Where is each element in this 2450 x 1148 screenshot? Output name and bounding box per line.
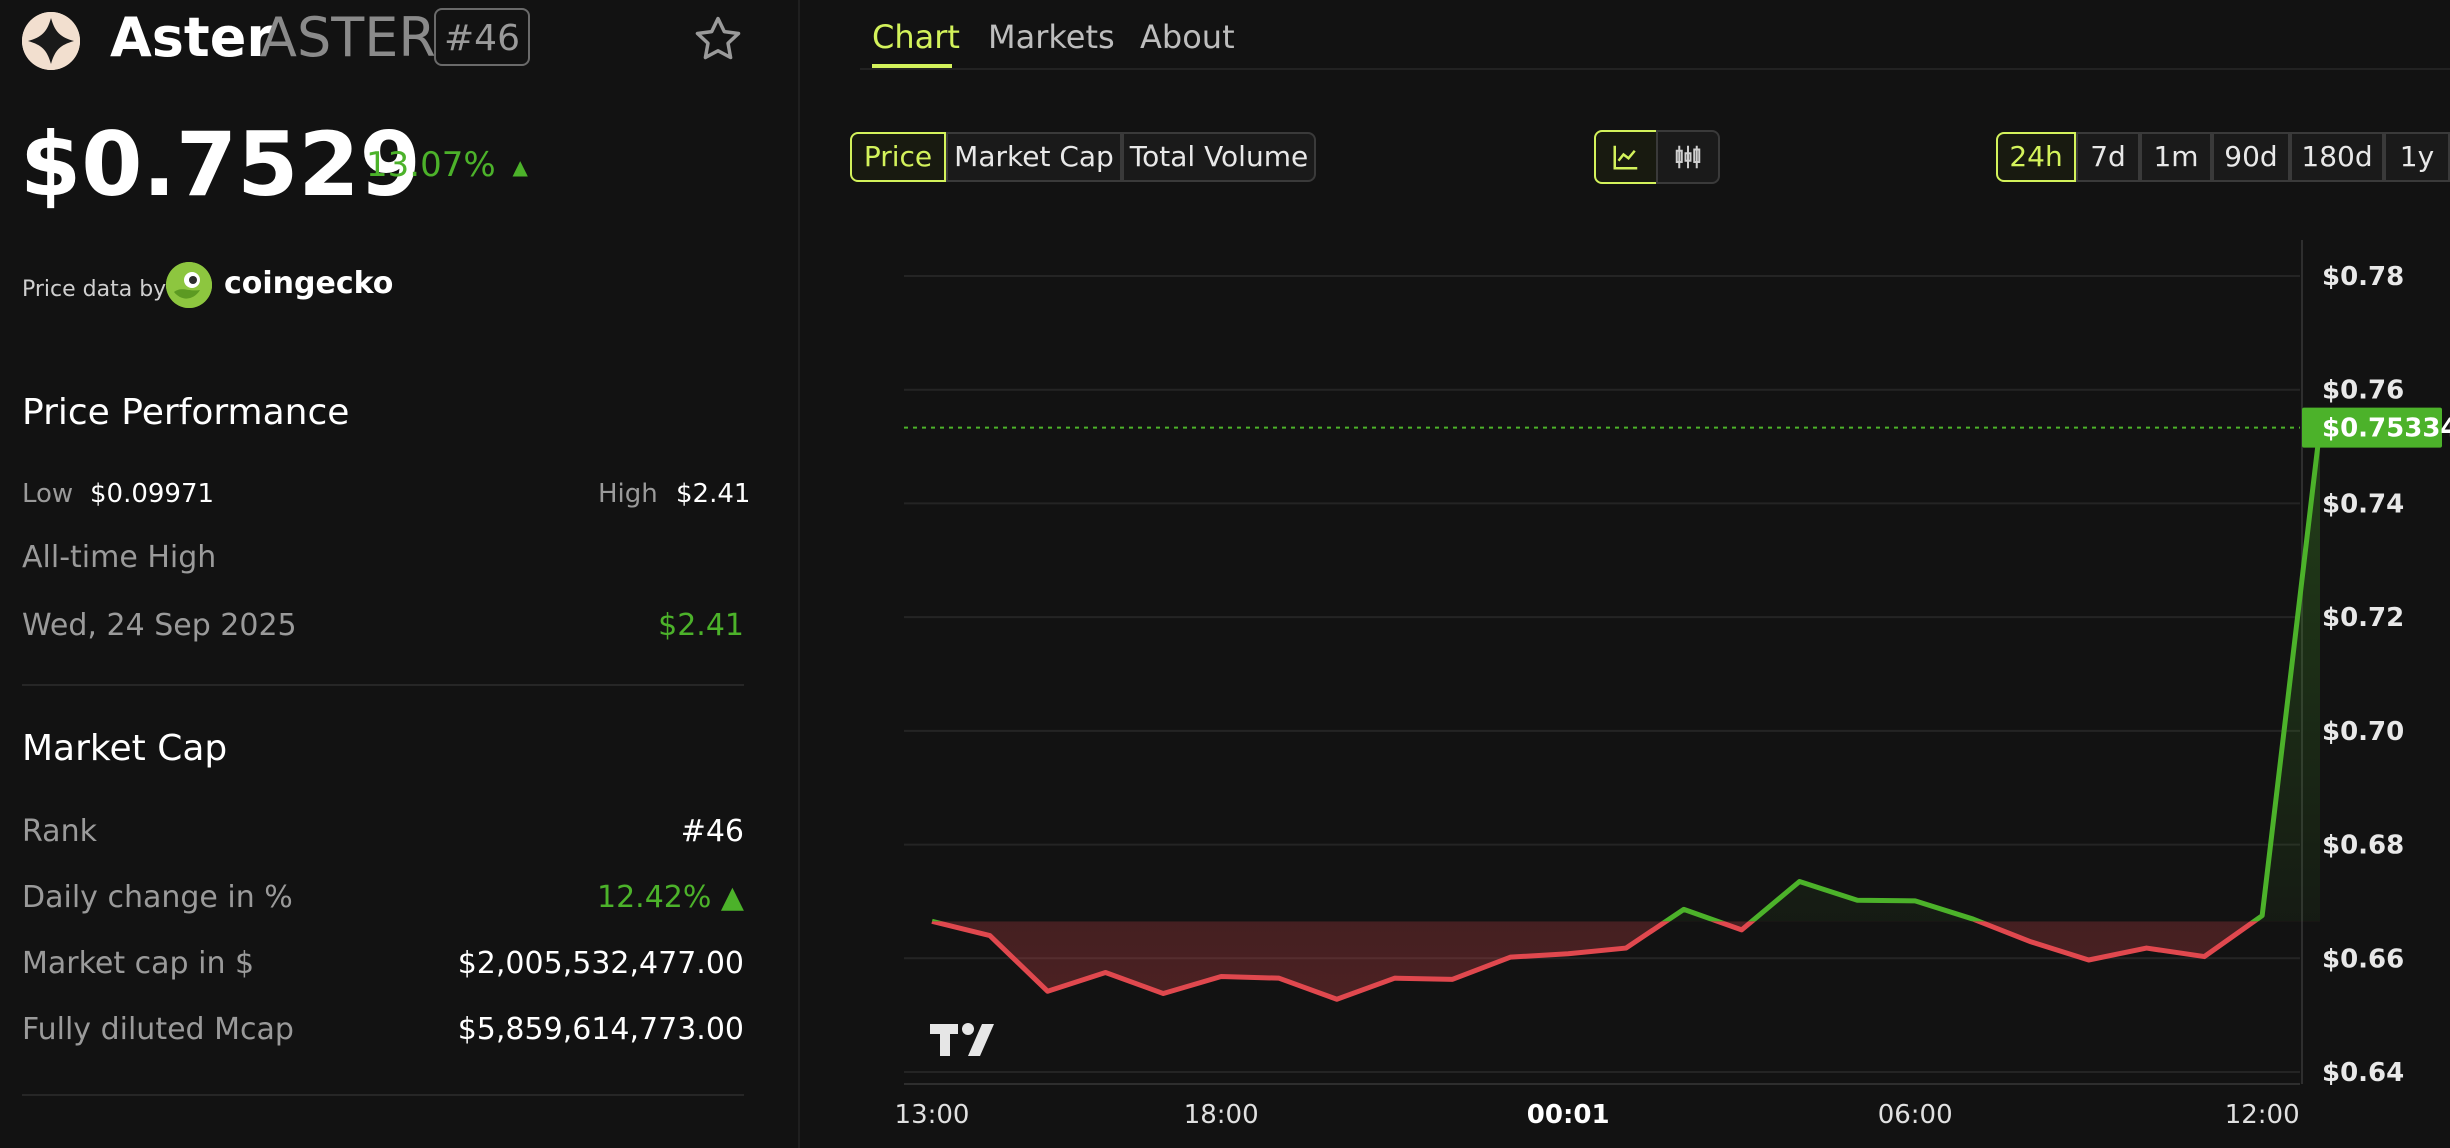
divider (22, 684, 744, 686)
market-cap-row-value: $5,859,614,773.00 (457, 1012, 744, 1047)
x-tick-label: 06:00 (1878, 1100, 1953, 1130)
y-tick-label: $0.66 (2322, 944, 2404, 974)
panel-divider (798, 0, 800, 1148)
low-value: $0.09971 (90, 479, 215, 509)
active-tab-indicator (872, 64, 952, 68)
metric-price-button[interactable]: Price (850, 132, 946, 182)
y-tick-label: $0.68 (2322, 831, 2404, 861)
ath-value: $2.41 (658, 608, 744, 643)
divider (22, 1094, 744, 1096)
low-label: Low (22, 479, 74, 509)
candlestick-icon (1675, 145, 1701, 169)
y-tick-label: $0.78 (2322, 262, 2404, 292)
tab-chart[interactable]: Chart (872, 14, 960, 60)
metric-total-volume-button[interactable]: Total Volume (1122, 132, 1316, 182)
market-cap-row-value: 12.42% ▲ (597, 880, 744, 915)
price-chart[interactable]: $0.64 $0.66 $0.68 $0.70 $0.72 $0.74 $0.76 $0.78… (880, 220, 2450, 1148)
metric-market-cap-button[interactable]: Market Cap (946, 132, 1122, 182)
x-tick-label: 13:00 (895, 1100, 970, 1130)
tab-about[interactable]: About (1140, 14, 1235, 60)
high-value: $2.41 (676, 479, 751, 509)
line-chart-button[interactable] (1594, 130, 1658, 184)
range-90d-button[interactable]: 90d (2212, 132, 2290, 182)
market-cap-row-label: Market cap in $ (22, 946, 255, 981)
current-price: $0.7529 (20, 113, 421, 216)
coin-symbol: ASTER (260, 6, 436, 69)
market-cap-row-label: Fully diluted Mcap (22, 1012, 294, 1047)
candlestick-chart-button[interactable] (1656, 130, 1720, 184)
area-above-baseline (1665, 427, 2320, 922)
range-24h-button[interactable]: 24h (1996, 132, 2076, 182)
star-outline-icon[interactable] (690, 12, 746, 68)
market-cap-row-value: $2,005,532,477.00 (457, 946, 744, 981)
range-1m-button[interactable]: 1m (2140, 132, 2212, 182)
y-tick-label: $0.76 (2322, 376, 2404, 406)
price-line-up (932, 427, 2323, 922)
coingecko-link[interactable]: coingecko (224, 264, 393, 304)
change-value: 13.07% (366, 145, 496, 185)
ath-date: Wed, 24 Sep 2025 (22, 608, 297, 643)
aster-logo (22, 12, 80, 70)
price-change-24h: 13.07% ▲ (366, 140, 528, 192)
up-arrow-icon: ▲ (512, 155, 528, 179)
x-tick-label: 00:01 (1527, 1100, 1610, 1130)
market-cap-row-label: Daily change in % (22, 880, 293, 915)
price-performance-title: Price Performance (22, 392, 350, 433)
market-cap-row-value: #46 (680, 814, 744, 849)
line-chart-icon (1613, 145, 1638, 170)
rank-badge: #46 (434, 8, 530, 66)
x-tick-label: 12:00 (2225, 1100, 2300, 1130)
range-7d-button[interactable]: 7d (2076, 132, 2140, 182)
tradingview-logo[interactable] (928, 1020, 998, 1060)
coin-summary-panel: Aster ASTER #46 $0.7529 13.07% ▲ Price d… (0, 0, 800, 1148)
coingecko-logo[interactable] (166, 262, 212, 308)
market-cap-title: Market Cap (22, 728, 228, 769)
area-below-baseline (932, 921, 2320, 1000)
y-tick-label: $0.64 (2322, 1058, 2404, 1088)
y-tick-label: $0.72 (2322, 603, 2404, 633)
tab-markets[interactable]: Markets (988, 14, 1115, 60)
current-price-label: $0.75334 (2322, 414, 2450, 444)
coin-name: Aster (110, 6, 274, 69)
tab-bar-border (860, 68, 2450, 70)
y-tick-label: $0.74 (2322, 489, 2404, 519)
ath-label: All-time High (22, 540, 217, 575)
range-180d-button[interactable]: 180d (2290, 132, 2384, 182)
x-tick-label: 18:00 (1184, 1100, 1259, 1130)
price-source-label: Price data by (22, 277, 167, 302)
range-1y-button[interactable]: 1y (2384, 132, 2450, 182)
market-cap-row-label: Rank (22, 814, 97, 849)
high-label: High (598, 479, 658, 509)
price-line-down (931, 921, 2259, 1002)
y-tick-label: $0.70 (2322, 717, 2404, 747)
